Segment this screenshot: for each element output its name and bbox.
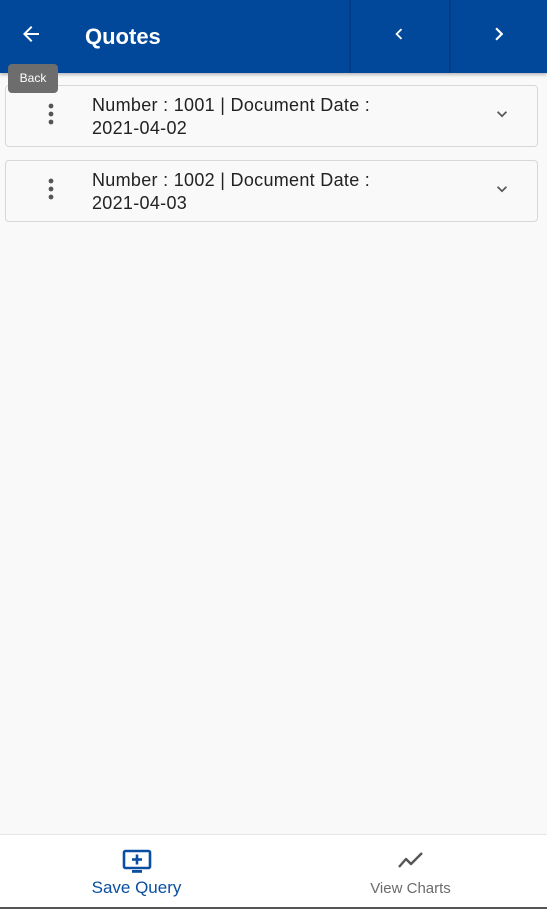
- chevron-left-icon: [388, 23, 410, 50]
- record-date: 2021-04-02: [92, 118, 188, 138]
- save-query-label: Save Query: [91, 878, 182, 897]
- save-query-button[interactable]: Save Query: [0, 835, 273, 908]
- view-charts-button[interactable]: View Charts: [274, 835, 547, 908]
- record-summary: Number : 1002 | Document Date : 2021-04-…: [92, 169, 472, 215]
- expand-button[interactable]: [487, 86, 517, 146]
- previous-button[interactable]: [349, 0, 448, 73]
- view-charts-label: View Charts: [370, 880, 451, 897]
- chevron-down-icon: [492, 104, 512, 129]
- back-button[interactable]: [0, 0, 62, 73]
- list-item[interactable]: Number : 1002 | Document Date : 2021-04-…: [5, 160, 538, 222]
- page-title: Quotes: [85, 24, 161, 49]
- bottom-action-bar: Save Query View Charts: [0, 834, 547, 908]
- record-summary: Number : 1001 | Document Date : 2021-04-…: [92, 94, 472, 140]
- chevron-right-icon: [486, 21, 512, 52]
- next-button[interactable]: [449, 0, 547, 73]
- record-date: 2021-04-03: [92, 193, 188, 213]
- back-tooltip: Back: [8, 64, 58, 93]
- more-options-button[interactable]: [36, 161, 66, 221]
- more-vertical-icon: [48, 103, 54, 130]
- top-app-bar: Quotes: [0, 0, 547, 73]
- list-item[interactable]: Number : 1001 | Document Date : 2021-04-…: [5, 85, 538, 147]
- trend-line-icon: [397, 849, 425, 876]
- more-vertical-icon: [48, 178, 54, 205]
- expand-button[interactable]: [487, 161, 517, 221]
- arrow-left-icon: [19, 22, 43, 51]
- record-number-line: Number : 1002 | Document Date :: [92, 170, 371, 190]
- more-options-button[interactable]: [36, 86, 66, 146]
- app-screen: Quotes Back Number: 1001 | Document Dat…: [0, 0, 547, 909]
- add-to-screen-icon: [122, 849, 152, 880]
- record-number-line: Number : 1001 | Document Date :: [92, 95, 371, 115]
- chevron-down-icon: [492, 179, 512, 204]
